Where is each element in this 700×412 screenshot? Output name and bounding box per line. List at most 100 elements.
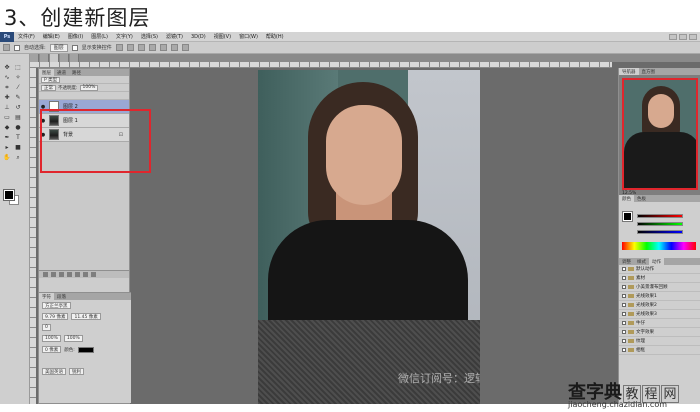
- minimize-button[interactable]: [669, 33, 677, 40]
- hand-tool-icon[interactable]: ✋: [3, 154, 11, 161]
- tab-paths[interactable]: 路径: [69, 69, 84, 76]
- eyedropper-tool-icon[interactable]: ⁄: [14, 84, 22, 91]
- align-top-icon[interactable]: [115, 44, 123, 51]
- navigator-preview[interactable]: [622, 78, 698, 190]
- horizontal-scale-field[interactable]: 100%: [63, 335, 83, 342]
- action-checkbox[interactable]: [622, 312, 626, 316]
- menu-item-window[interactable]: 窗口(W): [235, 33, 262, 40]
- eraser-tool-icon[interactable]: ▭: [3, 114, 11, 121]
- navigator-zoom[interactable]: 12.5%: [622, 191, 636, 196]
- tracking-field[interactable]: 0: [42, 324, 51, 331]
- move-tool-icon[interactable]: ✥: [3, 64, 11, 71]
- auto-select-checkbox[interactable]: [14, 44, 20, 51]
- new-layer-icon[interactable]: [83, 272, 88, 277]
- baseline-shift-field[interactable]: 0 像素: [42, 346, 62, 353]
- antialias-dropdown[interactable]: 锐利: [69, 368, 84, 375]
- action-item[interactable]: 素材: [619, 274, 700, 283]
- opacity-field[interactable]: 100%: [79, 84, 99, 91]
- action-checkbox[interactable]: [622, 348, 626, 352]
- document-tab[interactable]: [60, 54, 69, 62]
- auto-select-dropdown[interactable]: 图层: [49, 43, 68, 52]
- link-layers-icon[interactable]: [43, 272, 48, 277]
- brush-tool-icon[interactable]: ✎: [14, 94, 22, 101]
- zoom-tool-icon[interactable]: ⌕: [14, 154, 22, 161]
- font-size-field[interactable]: 9.79 像素: [42, 313, 69, 320]
- blur-tool-icon[interactable]: ◆: [3, 124, 11, 131]
- align-right-icon[interactable]: [170, 44, 178, 51]
- menu-item-image[interactable]: 图像(I): [64, 33, 87, 40]
- align-middle-icon[interactable]: [126, 44, 134, 51]
- menu-item-layer[interactable]: 图层(L): [87, 33, 112, 40]
- magic-wand-tool-icon[interactable]: ✧: [14, 74, 22, 81]
- action-checkbox[interactable]: [622, 330, 626, 334]
- move-tool-icon[interactable]: [3, 44, 10, 51]
- history-brush-tool-icon[interactable]: ↺: [14, 104, 22, 111]
- text-color-swatch[interactable]: [77, 346, 94, 353]
- new-group-icon[interactable]: [75, 272, 80, 277]
- crop-tool-icon[interactable]: ⌗: [3, 84, 11, 91]
- action-checkbox[interactable]: [622, 267, 626, 271]
- blue-slider[interactable]: [637, 230, 683, 234]
- tab-adjustments[interactable]: 调整: [619, 258, 634, 265]
- layer-style-icon[interactable]: [51, 272, 56, 277]
- delete-layer-icon[interactable]: [91, 272, 96, 277]
- action-item[interactable]: 光线效果1: [619, 292, 700, 301]
- leading-field[interactable]: 11.45 像素: [71, 313, 101, 320]
- menu-item-3d[interactable]: 3D(D): [187, 34, 210, 40]
- vertical-scale-field[interactable]: 100%: [42, 335, 61, 342]
- red-slider[interactable]: [637, 214, 683, 218]
- action-checkbox[interactable]: [622, 276, 626, 280]
- adjustment-layer-icon[interactable]: [67, 272, 72, 277]
- menu-item-type[interactable]: 文字(Y): [112, 33, 137, 40]
- language-dropdown[interactable]: 美国英语: [42, 368, 66, 375]
- color-spectrum[interactable]: [622, 242, 696, 250]
- document-tab[interactable]: [30, 54, 39, 62]
- action-checkbox[interactable]: [622, 294, 626, 298]
- action-checkbox[interactable]: [622, 339, 626, 343]
- tab-character[interactable]: 字符: [39, 293, 54, 300]
- tab-swatches[interactable]: 色板: [634, 195, 649, 202]
- menu-item-edit[interactable]: 编辑(E): [39, 33, 64, 40]
- green-slider[interactable]: [637, 222, 683, 226]
- document-tab-active[interactable]: [50, 54, 59, 62]
- action-item[interactable]: 默认动作: [619, 265, 700, 274]
- menu-item-file[interactable]: 文件(F): [14, 33, 39, 40]
- action-item[interactable]: 文字效果: [619, 328, 700, 337]
- document-canvas[interactable]: 微信订阅号：逻辑设计学: [258, 70, 480, 404]
- marquee-tool-icon[interactable]: ⬚: [14, 64, 22, 71]
- layer-kind-filter[interactable]: P 类型: [41, 76, 61, 83]
- align-center-icon[interactable]: [159, 44, 167, 51]
- action-item[interactable]: 牛仔: [619, 319, 700, 328]
- action-item[interactable]: 光线效果3: [619, 310, 700, 319]
- close-button[interactable]: [689, 33, 697, 40]
- show-transform-checkbox[interactable]: [71, 44, 78, 51]
- pen-tool-icon[interactable]: ✒: [3, 134, 11, 141]
- document-tab[interactable]: [40, 54, 49, 62]
- foreground-color-swatch[interactable]: [3, 189, 15, 201]
- menu-item-help[interactable]: 帮助(H): [262, 33, 288, 40]
- dodge-tool-icon[interactable]: ●: [14, 124, 22, 131]
- menu-item-view[interactable]: 视图(V): [210, 33, 235, 40]
- action-checkbox[interactable]: [622, 303, 626, 307]
- action-item[interactable]: 纹理: [619, 337, 700, 346]
- tab-actions[interactable]: 动作: [649, 258, 664, 265]
- healing-tool-icon[interactable]: ✚: [3, 94, 11, 101]
- blend-mode-dropdown[interactable]: 正常: [41, 84, 56, 91]
- tab-histogram[interactable]: 直方图: [639, 68, 659, 75]
- lasso-tool-icon[interactable]: ∿: [3, 74, 11, 81]
- action-item[interactable]: 小美景瀑布回顾: [619, 283, 700, 292]
- action-checkbox[interactable]: [622, 285, 626, 289]
- tab-styles[interactable]: 样式: [634, 258, 649, 265]
- maximize-button[interactable]: [679, 33, 687, 40]
- stamp-tool-icon[interactable]: ⊥: [3, 104, 11, 111]
- menu-item-select[interactable]: 选择(S): [137, 33, 162, 40]
- tab-layers[interactable]: 图层: [39, 69, 54, 76]
- gradient-tool-icon[interactable]: ▤: [14, 114, 22, 121]
- menu-item-filter[interactable]: 滤镜(T): [162, 33, 187, 40]
- align-bottom-icon[interactable]: [137, 44, 145, 51]
- add-mask-icon[interactable]: [59, 272, 64, 277]
- font-family-dropdown[interactable]: 方正兰亭黑: [42, 302, 71, 309]
- action-item[interactable]: 相框: [619, 346, 700, 355]
- color-panel-swatch[interactable]: [622, 211, 633, 222]
- tab-color[interactable]: 颜色: [619, 195, 634, 202]
